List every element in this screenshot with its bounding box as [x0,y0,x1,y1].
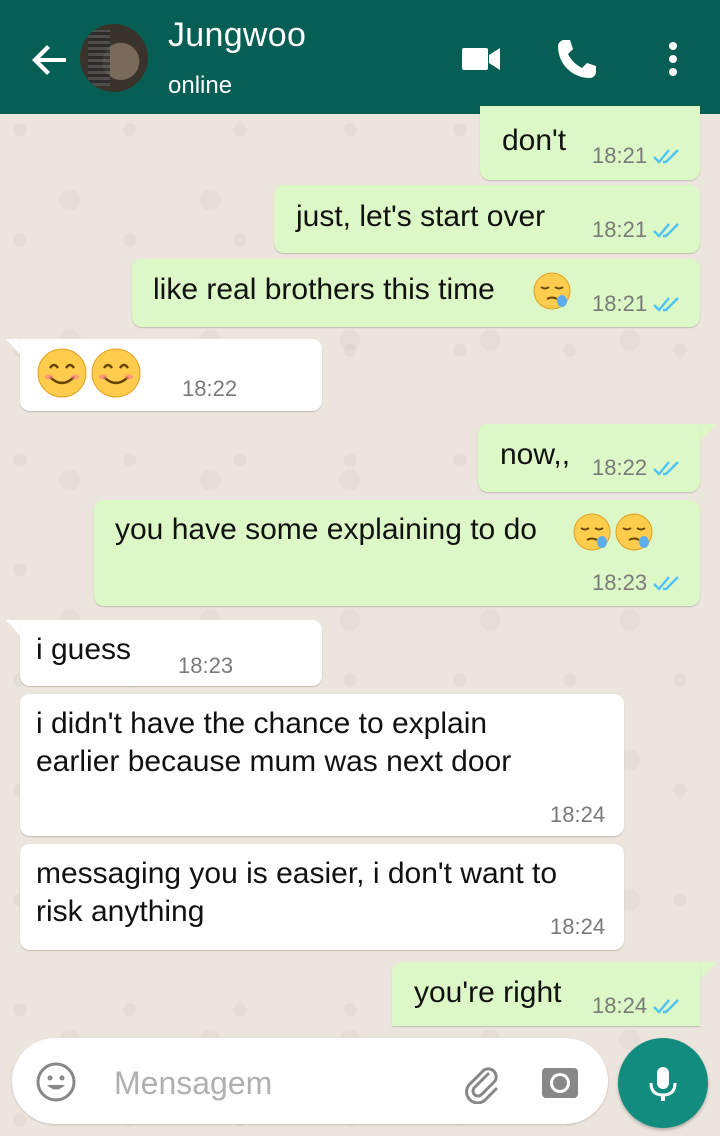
bubble-tail [700,962,716,980]
paperclip-icon[interactable] [458,1060,502,1104]
message-text: just, let's start over [296,200,546,233]
message-bubble-outgoing[interactable]: you're right 18:24 [392,962,700,1026]
message-time: 18:24 [550,914,606,939]
message-text: you're right [414,976,562,1009]
smiley-icon[interactable] [34,1060,78,1104]
message-time: 18:23 [178,653,234,678]
message-text: don't [502,124,567,157]
message-bubble-incoming[interactable]: 18:22 [20,339,322,411]
message-time: 18:23 [592,570,648,595]
sleepy-face-emoji [532,271,572,311]
message-text: earlier because mum was next door [36,745,512,778]
read-receipt-icon [652,458,684,478]
sleepy-face-emoji [572,512,612,552]
contact-name[interactable]: Jungwoo [168,16,306,55]
message-text: like real brothers this time [153,273,495,306]
contact-avatar[interactable] [80,24,148,92]
message-bubble-outgoing[interactable]: you have some explaining to do 18:23 [94,500,700,606]
read-receipt-icon [652,146,684,166]
phone-call-icon[interactable] [552,34,602,84]
message-time: 18:22 [592,455,648,480]
smiling-face-emoji [36,347,88,399]
message-time: 18:24 [592,993,648,1018]
camera-icon[interactable] [538,1060,582,1104]
read-receipt-icon [652,996,684,1016]
message-bubble-outgoing[interactable]: now,, 18:22 [478,424,700,492]
contact-status: online [168,72,233,99]
read-receipt-icon [652,294,684,314]
message-text: now,, [500,438,571,471]
read-receipt-icon [652,220,684,240]
message-input[interactable] [112,1060,456,1106]
message-text: i guess [36,633,132,666]
message-time: 18:22 [182,376,238,401]
message-time: 18:21 [592,143,648,168]
chat-header: Jungwoo online [0,0,720,114]
read-receipt-icon [652,573,684,593]
message-bubble-outgoing[interactable]: just, let's start over 18:21 [274,185,700,253]
message-time: 18:24 [550,802,606,827]
voice-record-button[interactable] [618,1038,708,1128]
message-text: i didn't have the chance to explain [36,707,488,740]
message-text: risk anything [36,895,205,928]
message-time: 18:21 [592,217,648,242]
message-bubble-incoming[interactable]: messaging you is easier, i don't want to… [20,844,624,950]
video-call-icon[interactable] [456,34,506,84]
message-bubble-incoming[interactable]: i didn't have the chance to explain earl… [20,694,624,836]
message-text: messaging you is easier, i don't want to [36,857,558,890]
message-bubble-outgoing[interactable]: don't 18:21 [480,106,700,180]
bubble-tail [700,424,716,442]
message-text: you have some explaining to do [115,513,537,546]
message-time: 18:21 [592,291,648,316]
microphone-icon [649,1067,677,1101]
more-options-icon[interactable] [648,34,698,84]
message-bubble-incoming[interactable]: i guess 18:23 [20,620,322,686]
message-composer [12,1038,608,1124]
back-arrow-icon[interactable] [28,38,72,82]
message-bubble-outgoing[interactable]: like real brothers this time 18:21 [132,259,700,327]
smiling-face-emoji [90,347,142,399]
sleepy-face-emoji [614,512,654,552]
